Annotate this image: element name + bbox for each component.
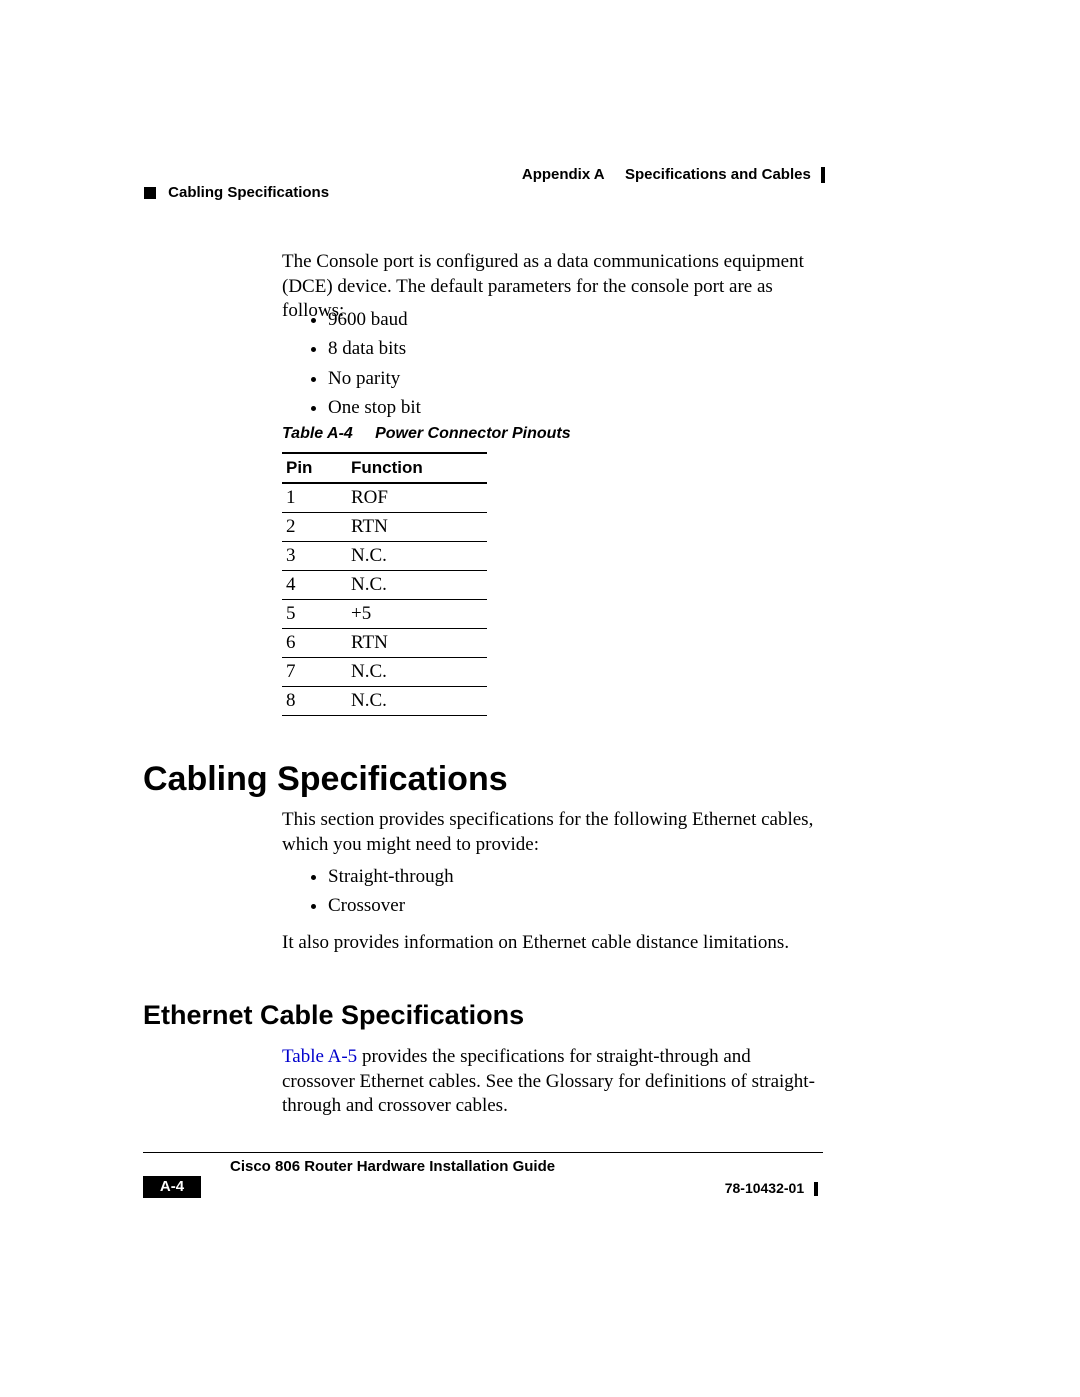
list-item: 9600 baud bbox=[328, 305, 810, 334]
cell-function: N.C. bbox=[347, 687, 487, 716]
footer-rule bbox=[143, 1152, 823, 1153]
col-pin: Pin bbox=[282, 453, 347, 483]
footer-page-number: A-4 bbox=[143, 1176, 201, 1198]
page: Appendix A Specifications and Cables Cab… bbox=[0, 0, 1080, 1397]
console-params-list: 9600 baud 8 data bits No parity One stop… bbox=[310, 305, 810, 423]
cell-pin: 7 bbox=[282, 658, 347, 687]
cell-function: N.C. bbox=[347, 571, 487, 600]
cell-pin: 1 bbox=[282, 483, 347, 513]
list-item: Straight-through bbox=[328, 862, 810, 891]
footer-guide-title: Cisco 806 Router Hardware Installation G… bbox=[230, 1158, 555, 1175]
table-row: 2RTN bbox=[282, 513, 487, 542]
breadcrumb: Cabling Specifications bbox=[168, 184, 329, 201]
cell-function: RTN bbox=[347, 629, 487, 658]
cell-function: ROF bbox=[347, 483, 487, 513]
heading-ethernet-cable-specs: Ethernet Cable Specifications bbox=[143, 1000, 524, 1031]
cell-function: N.C. bbox=[347, 542, 487, 571]
cell-function: +5 bbox=[347, 600, 487, 629]
list-item: One stop bit bbox=[328, 393, 810, 422]
table-title: Power Connector Pinouts bbox=[375, 425, 571, 442]
table-row: 6RTN bbox=[282, 629, 487, 658]
header-bar-icon bbox=[821, 167, 825, 183]
heading-cabling-specifications: Cabling Specifications bbox=[143, 760, 508, 799]
table-row: 1ROF bbox=[282, 483, 487, 513]
list-item: Crossover bbox=[328, 891, 810, 920]
table-a4-caption: Table A-4 Power Connector Pinouts bbox=[282, 425, 571, 443]
cell-function: N.C. bbox=[347, 658, 487, 687]
ethernet-spec-paragraph: Table A-5 provides the specifications fo… bbox=[282, 1045, 822, 1119]
cell-pin: 4 bbox=[282, 571, 347, 600]
list-item: 8 data bits bbox=[328, 334, 810, 363]
header-left: Cabling Specifications bbox=[144, 184, 329, 201]
table-row: 4N.C. bbox=[282, 571, 487, 600]
cabling-intro-paragraph: This section provides specifications for… bbox=[282, 808, 822, 857]
ethernet-spec-text: provides the specifications for straight… bbox=[282, 1046, 815, 1116]
list-item: No parity bbox=[328, 364, 810, 393]
cell-pin: 8 bbox=[282, 687, 347, 716]
col-function: Function bbox=[347, 453, 487, 483]
appendix-title: Specifications and Cables bbox=[625, 166, 811, 183]
appendix-label: Appendix A bbox=[522, 166, 604, 183]
table-row: 5+5 bbox=[282, 600, 487, 629]
table-label: Table A-4 bbox=[282, 425, 353, 442]
footer-bar-icon bbox=[814, 1182, 818, 1196]
table-row: 8N.C. bbox=[282, 687, 487, 716]
footer-doc-number: 78-10432-01 bbox=[725, 1180, 818, 1196]
cabling-outro-paragraph: It also provides information on Ethernet… bbox=[282, 932, 822, 954]
cell-pin: 5 bbox=[282, 600, 347, 629]
header-right: Appendix A Specifications and Cables bbox=[522, 166, 825, 183]
cell-pin: 2 bbox=[282, 513, 347, 542]
cell-pin: 3 bbox=[282, 542, 347, 571]
table-a5-link[interactable]: Table A-5 bbox=[282, 1046, 357, 1067]
table-row: 3N.C. bbox=[282, 542, 487, 571]
table-header-row: Pin Function bbox=[282, 453, 487, 483]
cell-function: RTN bbox=[347, 513, 487, 542]
cell-pin: 6 bbox=[282, 629, 347, 658]
header-square-icon bbox=[144, 187, 156, 199]
cable-types-list: Straight-through Crossover bbox=[310, 862, 810, 921]
doc-number-text: 78-10432-01 bbox=[725, 1180, 804, 1196]
table-row: 7N.C. bbox=[282, 658, 487, 687]
power-connector-pinouts-table: Pin Function 1ROF 2RTN 3N.C. 4N.C. 5+5 6… bbox=[282, 452, 487, 716]
